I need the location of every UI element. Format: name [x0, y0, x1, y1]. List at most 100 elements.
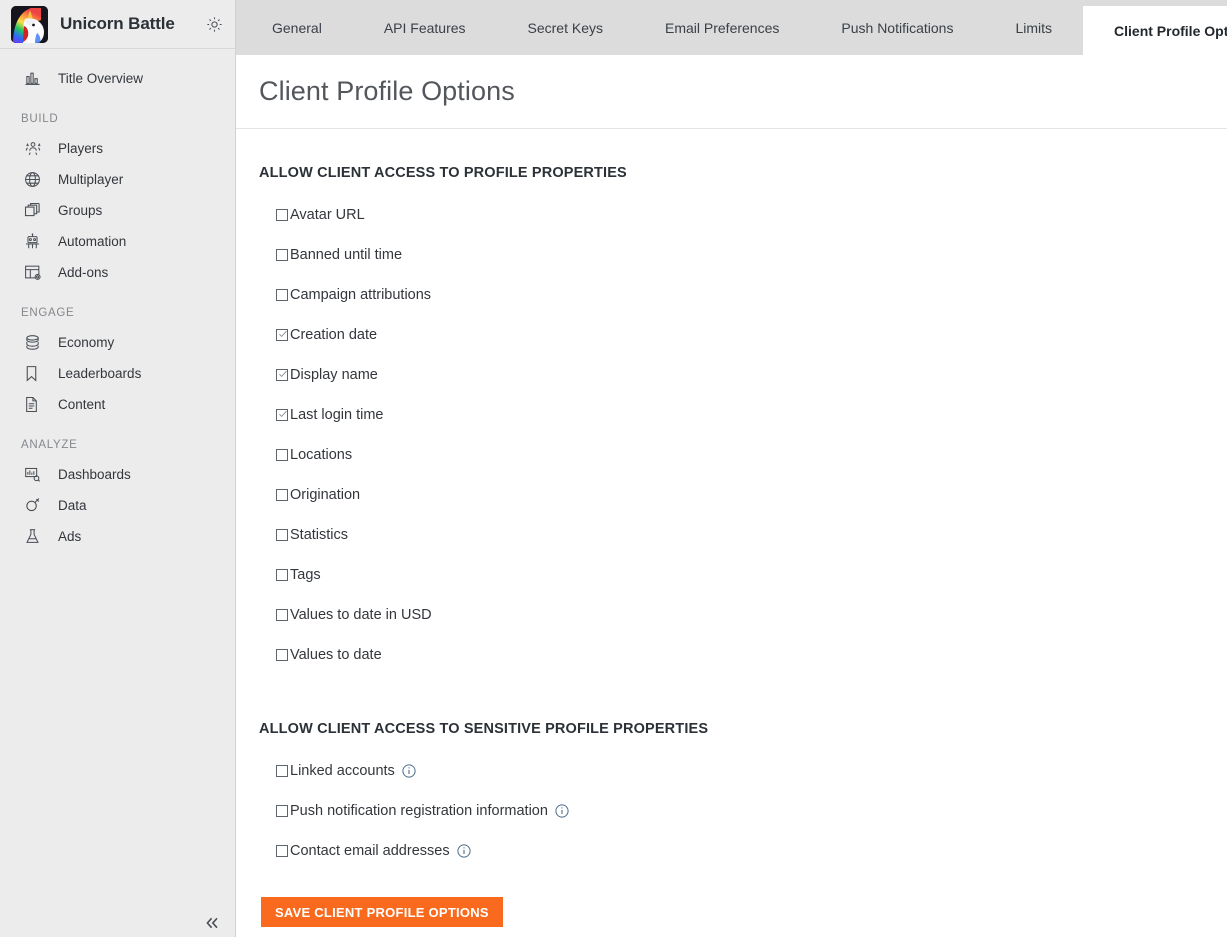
save-client-profile-options-button[interactable]: SAVE CLIENT PROFILE OPTIONS — [261, 897, 503, 927]
document-icon — [24, 395, 46, 413]
sensitive-properties-list: Linked accounts Push notification regist… — [259, 751, 1227, 871]
checkbox-row-statistics[interactable]: Statistics — [259, 515, 899, 555]
sidebar-item-groups[interactable]: Groups — [0, 195, 235, 225]
main-area: General API Features Secret Keys Email P… — [236, 0, 1227, 937]
checkbox-unchecked-icon[interactable] — [276, 609, 288, 621]
checkbox-row-push-notification-registration-information[interactable]: Push notification registration informati… — [259, 791, 899, 831]
app-window: Unicorn Battle Title Overview BUILD Play… — [0, 0, 1227, 937]
checkbox-unchecked-icon[interactable] — [276, 805, 288, 817]
sidebar-item-multiplayer[interactable]: Multiplayer — [0, 164, 235, 194]
dashboard-search-icon — [24, 465, 46, 483]
checkbox-row-creation-date[interactable]: Creation date — [259, 315, 899, 355]
tab-limits[interactable]: Limits — [984, 0, 1083, 55]
sidebar-item-ads[interactable]: Ads — [0, 521, 235, 551]
players-icon — [24, 139, 46, 157]
sidebar-item-label: Multiplayer — [58, 171, 124, 187]
checkbox-unchecked-icon[interactable] — [276, 209, 288, 221]
info-icon[interactable] — [456, 844, 471, 858]
sidebar-item-label: Players — [58, 140, 104, 156]
checkbox-label: Campaign attributions — [290, 287, 432, 303]
globe-icon — [24, 170, 46, 188]
info-icon[interactable] — [555, 804, 569, 818]
section-heading-profile-properties: ALLOW CLIENT ACCESS TO PROFILE PROPERTIE… — [259, 165, 627, 181]
sidebar-item-economy[interactable]: Economy — [0, 327, 235, 357]
checkbox-checked-icon[interactable] — [276, 369, 288, 381]
checkbox-label: Last login time — [290, 407, 384, 423]
page-content: ALLOW CLIENT ACCESS TO PROFILE PROPERTIE… — [236, 129, 1227, 927]
app-title: Unicorn Battle — [60, 14, 175, 33]
sidebar: Unicorn Battle Title Overview BUILD Play… — [0, 0, 236, 937]
bookmark-icon — [24, 364, 46, 382]
tab-secret-keys[interactable]: Secret Keys — [497, 0, 634, 55]
checkbox-label: Banned until time — [290, 247, 403, 263]
checkbox-label: Linked accounts — [290, 763, 395, 779]
checkbox-row-linked-accounts[interactable]: Linked accounts — [259, 751, 899, 791]
sidebar-item-leaderboards[interactable]: Leaderboards — [0, 358, 235, 388]
checkbox-label: Origination — [290, 487, 361, 503]
checkbox-unchecked-icon[interactable] — [276, 765, 288, 777]
checkbox-unchecked-icon[interactable] — [276, 249, 288, 261]
sidebar-item-label: Title Overview — [58, 70, 144, 86]
layers-icon — [24, 201, 46, 219]
sidebar-item-label: Leaderboards — [58, 365, 142, 381]
data-plug-icon — [24, 496, 46, 514]
sidebar-item-label: Economy — [58, 334, 115, 350]
checkbox-checked-icon[interactable] — [276, 409, 288, 421]
sidebar-item-dashboards[interactable]: Dashboards — [0, 459, 235, 489]
sidebar-item-title-overview[interactable]: Title Overview — [0, 63, 235, 93]
checkbox-row-banned-until-time[interactable]: Banned until time — [259, 235, 899, 275]
unicorn-logo-icon — [11, 5, 48, 43]
sidebar-item-players[interactable]: Players — [0, 133, 235, 163]
sidebar-item-automation[interactable]: Automation — [0, 226, 235, 256]
bar-chart-icon — [24, 69, 46, 87]
checkbox-label: Values to date in USD — [290, 607, 432, 623]
tab-general[interactable]: General — [241, 0, 353, 55]
checkbox-unchecked-icon[interactable] — [276, 569, 288, 581]
sidebar-header: Unicorn Battle — [0, 0, 235, 49]
checkbox-unchecked-icon[interactable] — [276, 449, 288, 461]
checkbox-row-values-to-date-in-usd[interactable]: Values to date in USD — [259, 595, 899, 635]
checkbox-row-last-login-time[interactable]: Last login time — [259, 395, 899, 435]
sidebar-item-label: Content — [58, 396, 106, 412]
tab-email-preferences[interactable]: Email Preferences — [634, 0, 810, 55]
addons-icon — [24, 263, 46, 281]
checkbox-unchecked-icon[interactable] — [276, 289, 288, 301]
sidebar-group-label: ANALYZE — [21, 439, 78, 451]
checkbox-row-origination[interactable]: Origination — [259, 475, 899, 515]
checkbox-unchecked-icon[interactable] — [276, 489, 288, 501]
sidebar-item-data[interactable]: Data — [0, 490, 235, 520]
checkbox-checked-icon[interactable] — [276, 329, 288, 341]
page-header: Client Profile Options — [236, 55, 1227, 129]
sidebar-group-analyze: ANALYZE Dashboards Data Ads — [0, 439, 235, 551]
checkbox-unchecked-icon[interactable] — [276, 529, 288, 541]
sidebar-item-label: Dashboards — [58, 466, 131, 482]
checkbox-row-campaign-attributions[interactable]: Campaign attributions — [259, 275, 899, 315]
section-heading-sensitive-profile-properties: ALLOW CLIENT ACCESS TO SENSITIVE PROFILE… — [259, 721, 709, 737]
checkbox-row-contact-email-addresses[interactable]: Contact email addresses — [259, 831, 899, 871]
tab-push-notifications[interactable]: Push Notifications — [810, 0, 984, 55]
sidebar-item-label: Automation — [58, 233, 127, 249]
sidebar-item-content[interactable]: Content — [0, 389, 235, 419]
checkbox-row-avatar-url[interactable]: Avatar URL — [259, 195, 899, 235]
checkbox-label: Avatar URL — [290, 207, 365, 223]
info-icon[interactable] — [402, 764, 416, 778]
checkbox-row-values-to-date[interactable]: Values to date — [259, 635, 899, 675]
checkbox-row-locations[interactable]: Locations — [259, 435, 899, 475]
sidebar-item-label: Data — [58, 497, 87, 513]
tab-client-profile-options[interactable]: Client Profile Options — [1083, 6, 1227, 55]
page-title: Client Profile Options — [259, 76, 515, 106]
tab-api-features[interactable]: API Features — [353, 0, 497, 55]
sidebar-collapse-button[interactable] — [200, 912, 224, 934]
coins-stack-icon — [24, 333, 46, 351]
sidebar-item-add-ons[interactable]: Add-ons — [0, 257, 235, 287]
checkbox-row-display-name[interactable]: Display name — [259, 355, 899, 395]
sidebar-group-engage: ENGAGE Economy Leaderboards Content — [0, 307, 235, 419]
checkbox-unchecked-icon[interactable] — [276, 649, 288, 661]
checkbox-unchecked-icon[interactable] — [276, 845, 288, 857]
checkbox-row-tags[interactable]: Tags — [259, 555, 899, 595]
checkbox-label: Push notification registration informati… — [290, 803, 548, 819]
sidebar-group-build: BUILD Players Multiplayer Groups Automat… — [0, 113, 235, 287]
profile-properties-list: Avatar URL Banned until time Campaign at… — [259, 195, 1227, 675]
gear-icon[interactable] — [203, 13, 225, 35]
checkbox-label: Contact email addresses — [290, 843, 450, 859]
